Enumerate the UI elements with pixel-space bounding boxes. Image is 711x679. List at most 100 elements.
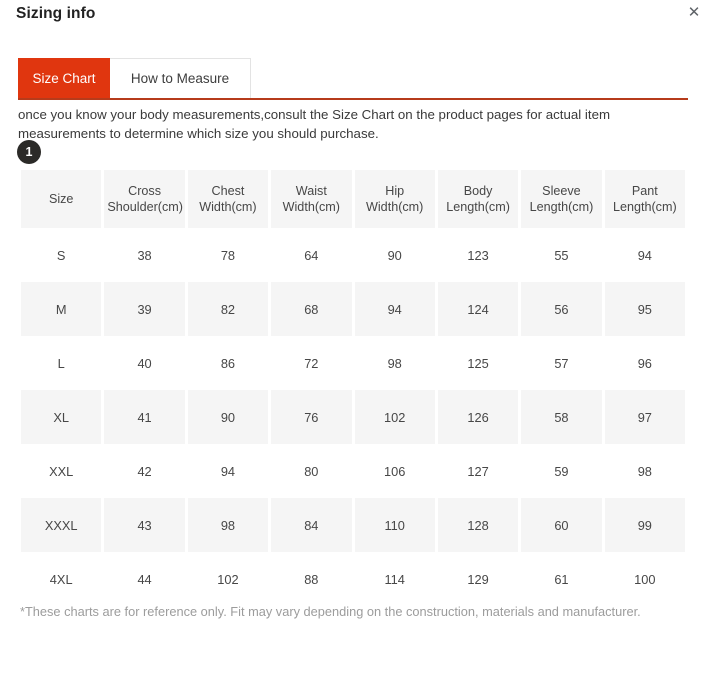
measurement-cell: 95 — [604, 282, 685, 336]
table-body: S 38 78 64 90 123 55 94 M 39 82 68 94 124 56 95 L 40 86 72 9… — [21, 228, 685, 606]
tab-bar: Size Chart How to Measure — [0, 58, 711, 100]
measurement-cell: 110 — [354, 498, 435, 552]
measurement-cell: 114 — [354, 552, 435, 606]
measurement-cell: 84 — [271, 498, 352, 552]
measurement-cell: 124 — [437, 282, 519, 336]
measurement-cell: 90 — [354, 228, 435, 282]
column-header-line: Length(cm) — [529, 200, 594, 214]
footer-note: *These charts are for reference only. Fi… — [20, 604, 641, 619]
close-icon[interactable]: ✕ — [683, 1, 705, 23]
measurement-cell: 43 — [104, 498, 185, 552]
measurement-cell: 102 — [187, 552, 269, 606]
measurement-cell: 60 — [521, 498, 602, 552]
measurement-cell: 98 — [604, 444, 685, 498]
measurement-cell: 128 — [437, 498, 519, 552]
column-header: Waist Width(cm) — [271, 170, 352, 228]
measurement-cell: 61 — [521, 552, 602, 606]
column-header-line: Chest — [211, 184, 245, 198]
column-header-line: Length(cm) — [446, 200, 510, 214]
table-row: L 40 86 72 98 125 57 96 — [21, 336, 685, 390]
measurement-cell: 40 — [104, 336, 185, 390]
measurement-cell: 82 — [187, 282, 269, 336]
size-label-cell: L — [21, 336, 102, 390]
measurement-cell: 78 — [187, 228, 269, 282]
measurement-cell: 42 — [104, 444, 185, 498]
column-header: Cross Shoulder(cm) — [104, 170, 185, 228]
column-header-line: Hip — [385, 184, 405, 198]
column-header: Hip Width(cm) — [354, 170, 435, 228]
size-chart-table: Size Cross Shoulder(cm) Chest Width(cm) Waist… — [18, 170, 688, 606]
size-label-cell: XL — [21, 390, 102, 444]
measurement-cell: 41 — [104, 390, 185, 444]
measurement-cell: 76 — [271, 390, 352, 444]
measurement-cell: 97 — [604, 390, 685, 444]
size-label-cell: XXXL — [21, 498, 102, 552]
measurement-cell: 57 — [521, 336, 602, 390]
measurement-cell: 56 — [521, 282, 602, 336]
measurement-cell: 123 — [437, 228, 519, 282]
measurement-cell: 68 — [271, 282, 352, 336]
column-header: Chest Width(cm) — [187, 170, 269, 228]
measurement-cell: 39 — [104, 282, 185, 336]
measurement-cell: 90 — [187, 390, 269, 444]
column-header-line: Body — [463, 184, 493, 198]
tab-underline — [18, 98, 688, 100]
measurement-cell: 98 — [187, 498, 269, 552]
column-header-line: Cross — [128, 184, 161, 198]
measurement-cell: 94 — [604, 228, 685, 282]
measurement-cell: 102 — [354, 390, 435, 444]
table-row: M 39 82 68 94 124 56 95 — [21, 282, 685, 336]
step-badge: 1 — [17, 140, 41, 164]
measurement-cell: 72 — [271, 336, 352, 390]
table-row: S 38 78 64 90 123 55 94 — [21, 228, 685, 282]
measurement-cell: 94 — [187, 444, 269, 498]
measurement-cell: 127 — [437, 444, 519, 498]
table-header-row: Size Cross Shoulder(cm) Chest Width(cm) Waist… — [21, 170, 685, 228]
measurement-cell: 98 — [354, 336, 435, 390]
column-header: Body Length(cm) — [437, 170, 519, 228]
measurement-cell: 100 — [604, 552, 685, 606]
measurement-cell: 126 — [437, 390, 519, 444]
measurement-cell: 59 — [521, 444, 602, 498]
column-header-line: Waist — [295, 184, 327, 198]
column-header-line: Width(cm) — [366, 200, 424, 214]
tabs-strip: Size Chart How to Measure — [18, 58, 251, 98]
size-label-cell: XXL — [21, 444, 102, 498]
tab-size-chart[interactable]: Size Chart — [18, 58, 110, 98]
size-label-cell: S — [21, 228, 102, 282]
column-header: Sleeve Length(cm) — [521, 170, 602, 228]
measurement-cell: 125 — [437, 336, 519, 390]
description-text: once you know your body measurements,con… — [18, 107, 611, 141]
table-header: Size Cross Shoulder(cm) Chest Width(cm) Waist… — [21, 170, 685, 228]
column-header: Pant Length(cm) — [604, 170, 685, 228]
column-header-line: Sleeve — [542, 184, 581, 198]
measurement-cell: 64 — [271, 228, 352, 282]
measurement-cell: 86 — [187, 336, 269, 390]
column-header-line: Shoulder(cm) — [107, 200, 183, 214]
measurement-cell: 106 — [354, 444, 435, 498]
column-header: Size — [21, 170, 102, 228]
measurement-cell: 88 — [271, 552, 352, 606]
measurement-cell: 55 — [521, 228, 602, 282]
tab-how-to-measure[interactable]: How to Measure — [110, 58, 251, 98]
sizing-info-modal: Sizing info ✕ Size Chart How to Measure … — [0, 0, 711, 679]
column-header-line: Pant — [631, 184, 658, 198]
measurement-cell: 58 — [521, 390, 602, 444]
column-header-line: Size — [48, 192, 74, 206]
measurement-cell: 44 — [104, 552, 185, 606]
column-header-line: Length(cm) — [612, 200, 677, 214]
column-header-line: Width(cm) — [282, 200, 340, 214]
size-label-cell: M — [21, 282, 102, 336]
table-row: XXL 42 94 80 106 127 59 98 — [21, 444, 685, 498]
table-row: 4XL 44 102 88 114 129 61 100 — [21, 552, 685, 606]
table-row: XXXL 43 98 84 110 128 60 99 — [21, 498, 685, 552]
measurement-cell: 129 — [437, 552, 519, 606]
measurement-cell: 80 — [271, 444, 352, 498]
size-label-cell: 4XL — [21, 552, 102, 606]
measurement-cell: 38 — [104, 228, 185, 282]
measurement-cell: 94 — [354, 282, 435, 336]
page-title: Sizing info — [16, 5, 96, 22]
measurement-cell: 96 — [604, 336, 685, 390]
measurement-cell: 99 — [604, 498, 685, 552]
table-row: XL 41 90 76 102 126 58 97 — [21, 390, 685, 444]
